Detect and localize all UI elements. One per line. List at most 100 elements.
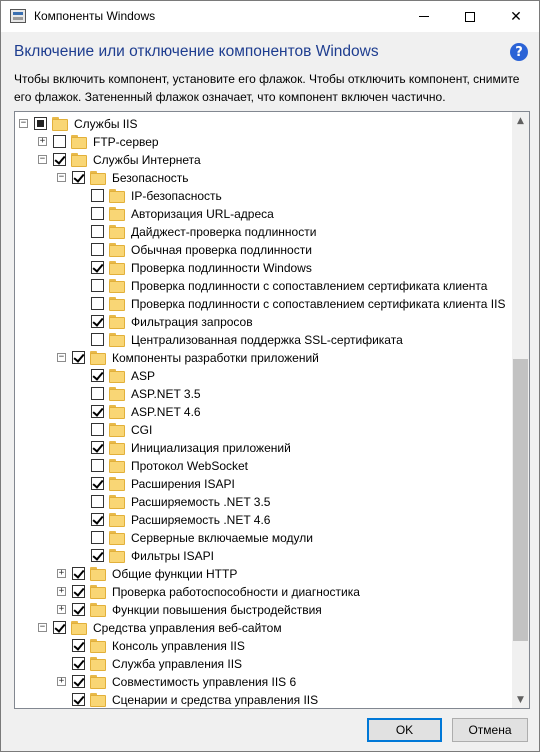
minimize-button[interactable]	[401, 1, 447, 32]
tree-item[interactable]: Расширения ISAPI	[15, 475, 512, 493]
tree-item[interactable]: Дайджест-проверка подлинности	[15, 223, 512, 241]
feature-checkbox[interactable]	[91, 333, 104, 346]
tree-item-label: Протокол WebSocket	[131, 459, 249, 473]
feature-checkbox[interactable]	[72, 639, 85, 652]
feature-checkbox[interactable]	[72, 585, 85, 598]
title-bar[interactable]: Компоненты Windows ✕	[1, 1, 539, 32]
feature-checkbox[interactable]	[72, 567, 85, 580]
features-tree[interactable]: − Службы IIS + FTP-сервер − Службы Интернета −…	[14, 111, 530, 709]
scroll-down-icon[interactable]: ▼	[512, 691, 529, 708]
expand-icon[interactable]: +	[38, 137, 47, 146]
folder-icon	[90, 603, 106, 617]
collapse-icon[interactable]: −	[19, 119, 28, 128]
cancel-button[interactable]: Отмена	[452, 718, 528, 742]
feature-checkbox[interactable]	[72, 351, 85, 364]
ok-button[interactable]: OK	[367, 718, 442, 742]
tree-item[interactable]: − Службы Интернета	[15, 151, 512, 169]
tree-item[interactable]: ASP	[15, 367, 512, 385]
feature-checkbox[interactable]	[72, 603, 85, 616]
tree-item[interactable]: Расширяемость .NET 3.5	[15, 493, 512, 511]
tree-item[interactable]: CGI	[15, 421, 512, 439]
feature-checkbox[interactable]	[91, 315, 104, 328]
tree-item[interactable]: Консоль управления IIS	[15, 637, 512, 655]
feature-checkbox[interactable]	[91, 207, 104, 220]
tree-item[interactable]: Авторизация URL-адреса	[15, 205, 512, 223]
tree-item[interactable]: Сценарии и средства управления IIS	[15, 691, 512, 708]
feature-checkbox[interactable]	[91, 477, 104, 490]
folder-icon	[109, 387, 125, 401]
feature-checkbox[interactable]	[91, 495, 104, 508]
tree-item-label: Службы Интернета	[93, 153, 201, 167]
expand-icon[interactable]: +	[57, 605, 66, 614]
feature-checkbox[interactable]	[72, 657, 85, 670]
expand-icon[interactable]: +	[57, 569, 66, 578]
scrollbar-thumb[interactable]	[513, 359, 528, 641]
feature-checkbox[interactable]	[91, 423, 104, 436]
tree-item[interactable]: Проверка подлинности с сопоставлением се…	[15, 295, 512, 313]
feature-checkbox[interactable]	[72, 693, 85, 706]
folder-icon	[109, 333, 125, 347]
feature-checkbox[interactable]	[91, 189, 104, 202]
tree-item[interactable]: IP-безопасность	[15, 187, 512, 205]
tree-item[interactable]: Централизованная поддержка SSL-сертифика…	[15, 331, 512, 349]
tree-item[interactable]: − Безопасность	[15, 169, 512, 187]
feature-checkbox[interactable]	[91, 387, 104, 400]
feature-checkbox[interactable]	[91, 513, 104, 526]
feature-checkbox[interactable]	[91, 531, 104, 544]
help-icon[interactable]: ?	[510, 43, 528, 61]
tree-item[interactable]: + Общие функции HTTP	[15, 565, 512, 583]
collapse-icon[interactable]: −	[38, 155, 47, 164]
scroll-up-icon[interactable]: ▲	[512, 112, 529, 129]
folder-icon	[90, 351, 106, 365]
tree-item[interactable]: Фильтрация запросов	[15, 313, 512, 331]
tree-item[interactable]: + Совместимость управления IIS 6	[15, 673, 512, 691]
tree-item[interactable]: + Проверка работоспособности и диагностик…	[15, 583, 512, 601]
tree-item[interactable]: Расширяемость .NET 4.6	[15, 511, 512, 529]
feature-checkbox[interactable]	[34, 117, 47, 130]
feature-checkbox[interactable]	[91, 459, 104, 472]
folder-icon	[52, 117, 68, 131]
feature-checkbox[interactable]	[91, 243, 104, 256]
tree-item[interactable]: Протокол WebSocket	[15, 457, 512, 475]
feature-checkbox[interactable]	[72, 675, 85, 688]
app-icon	[10, 9, 26, 23]
tree-item[interactable]: Фильтры ISAPI	[15, 547, 512, 565]
feature-checkbox[interactable]	[53, 135, 66, 148]
folder-icon	[109, 207, 125, 221]
feature-checkbox[interactable]	[91, 369, 104, 382]
expand-icon[interactable]: +	[57, 587, 66, 596]
tree-item[interactable]: Обычная проверка подлинности	[15, 241, 512, 259]
collapse-icon[interactable]: −	[57, 353, 66, 362]
tree-item[interactable]: Служба управления IIS	[15, 655, 512, 673]
feature-checkbox[interactable]	[91, 279, 104, 292]
tree-item[interactable]: Инициализация приложений	[15, 439, 512, 457]
feature-checkbox[interactable]	[72, 171, 85, 184]
vertical-scrollbar[interactable]: ▲ ▼	[512, 112, 529, 708]
feature-checkbox[interactable]	[91, 297, 104, 310]
maximize-button[interactable]	[447, 1, 493, 32]
close-button[interactable]: ✕	[493, 1, 539, 32]
feature-checkbox[interactable]	[91, 441, 104, 454]
feature-checkbox[interactable]	[53, 621, 66, 634]
tree-item-label: Проверка работоспособности и диагностика	[112, 585, 360, 599]
tree-item[interactable]: + Функции повышения быстродействия	[15, 601, 512, 619]
collapse-icon[interactable]: −	[38, 623, 47, 632]
feature-checkbox[interactable]	[91, 261, 104, 274]
folder-icon	[90, 567, 106, 581]
tree-item[interactable]: Серверные включаемые модули	[15, 529, 512, 547]
expand-icon[interactable]: +	[57, 677, 66, 686]
tree-item[interactable]: ASP.NET 4.6	[15, 403, 512, 421]
feature-checkbox[interactable]	[53, 153, 66, 166]
tree-item[interactable]: + FTP-сервер	[15, 133, 512, 151]
tree-item[interactable]: − Службы IIS	[15, 115, 512, 133]
feature-checkbox[interactable]	[91, 225, 104, 238]
collapse-icon[interactable]: −	[57, 173, 66, 182]
feature-checkbox[interactable]	[91, 549, 104, 562]
tree-item[interactable]: ASP.NET 3.5	[15, 385, 512, 403]
tree-item[interactable]: Проверка подлинности с сопоставлением се…	[15, 277, 512, 295]
tree-item[interactable]: Проверка подлинности Windows	[15, 259, 512, 277]
folder-icon	[90, 639, 106, 653]
tree-item[interactable]: − Средства управления веб-сайтом	[15, 619, 512, 637]
tree-item[interactable]: − Компоненты разработки приложений	[15, 349, 512, 367]
feature-checkbox[interactable]	[91, 405, 104, 418]
